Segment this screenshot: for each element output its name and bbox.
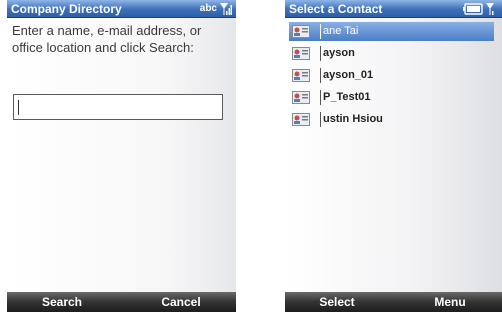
select-contact-screen: Select a Contact ane Tai ayson ayson_01 … bbox=[285, 0, 502, 312]
text-cursor bbox=[320, 112, 321, 127]
directory-search-panel: Enter a name, e-mail address, or office … bbox=[7, 18, 236, 292]
screen-title: Select a Contact bbox=[289, 2, 383, 16]
screen-title: Company Directory bbox=[11, 2, 122, 16]
menu-softkey[interactable]: Menu bbox=[398, 292, 502, 312]
contact-list: ane Tai ayson ayson_01 P_Test01 ustin Hs… bbox=[285, 18, 502, 292]
cancel-softkey[interactable]: Cancel bbox=[126, 292, 236, 312]
title-bar: Company Directory abc bbox=[7, 0, 236, 18]
contact-list-item[interactable]: P_Test01 bbox=[289, 88, 494, 107]
contact-list-item[interactable]: ustin Hsiou bbox=[289, 110, 494, 129]
text-cursor bbox=[320, 68, 321, 83]
status-icons: abc bbox=[200, 1, 232, 17]
contact-card-icon bbox=[292, 47, 310, 60]
text-cursor bbox=[18, 100, 19, 115]
contact-name: ayson_01 bbox=[323, 69, 374, 81]
select-softkey[interactable]: Select bbox=[285, 292, 389, 312]
input-mode-indicator: abc bbox=[199, 3, 217, 14]
text-cursor bbox=[320, 90, 321, 105]
contact-list-item[interactable]: ayson bbox=[289, 44, 494, 63]
softkey-bar: Select Menu bbox=[285, 292, 502, 312]
text-cursor bbox=[320, 46, 321, 61]
contact-card-icon bbox=[292, 91, 310, 104]
contact-list-item[interactable]: ayson_01 bbox=[289, 66, 494, 85]
contact-card-icon bbox=[292, 113, 310, 126]
text-cursor bbox=[320, 24, 321, 39]
contact-card-icon bbox=[292, 69, 310, 82]
search-instructions: Enter a name, e-mail address, or office … bbox=[12, 23, 202, 55]
signal-strength-icon bbox=[220, 3, 232, 15]
signal-strength-icon bbox=[486, 3, 494, 15]
status-icons bbox=[463, 1, 498, 17]
company-directory-screen: Company Directory abc Enter a name, e-ma… bbox=[7, 0, 236, 312]
contact-name: ayson bbox=[323, 47, 355, 59]
battery-icon bbox=[463, 3, 483, 15]
softkey-bar: Search Cancel bbox=[7, 292, 236, 312]
contact-name: ustin Hsiou bbox=[323, 113, 383, 125]
search-softkey[interactable]: Search bbox=[7, 292, 117, 312]
contact-card-icon bbox=[292, 25, 310, 38]
directory-search-input[interactable] bbox=[13, 94, 223, 120]
contact-name: P_Test01 bbox=[323, 91, 371, 103]
contact-name: ane Tai bbox=[323, 25, 359, 37]
title-bar: Select a Contact bbox=[285, 0, 502, 18]
contact-list-item[interactable]: ane Tai bbox=[289, 22, 494, 41]
